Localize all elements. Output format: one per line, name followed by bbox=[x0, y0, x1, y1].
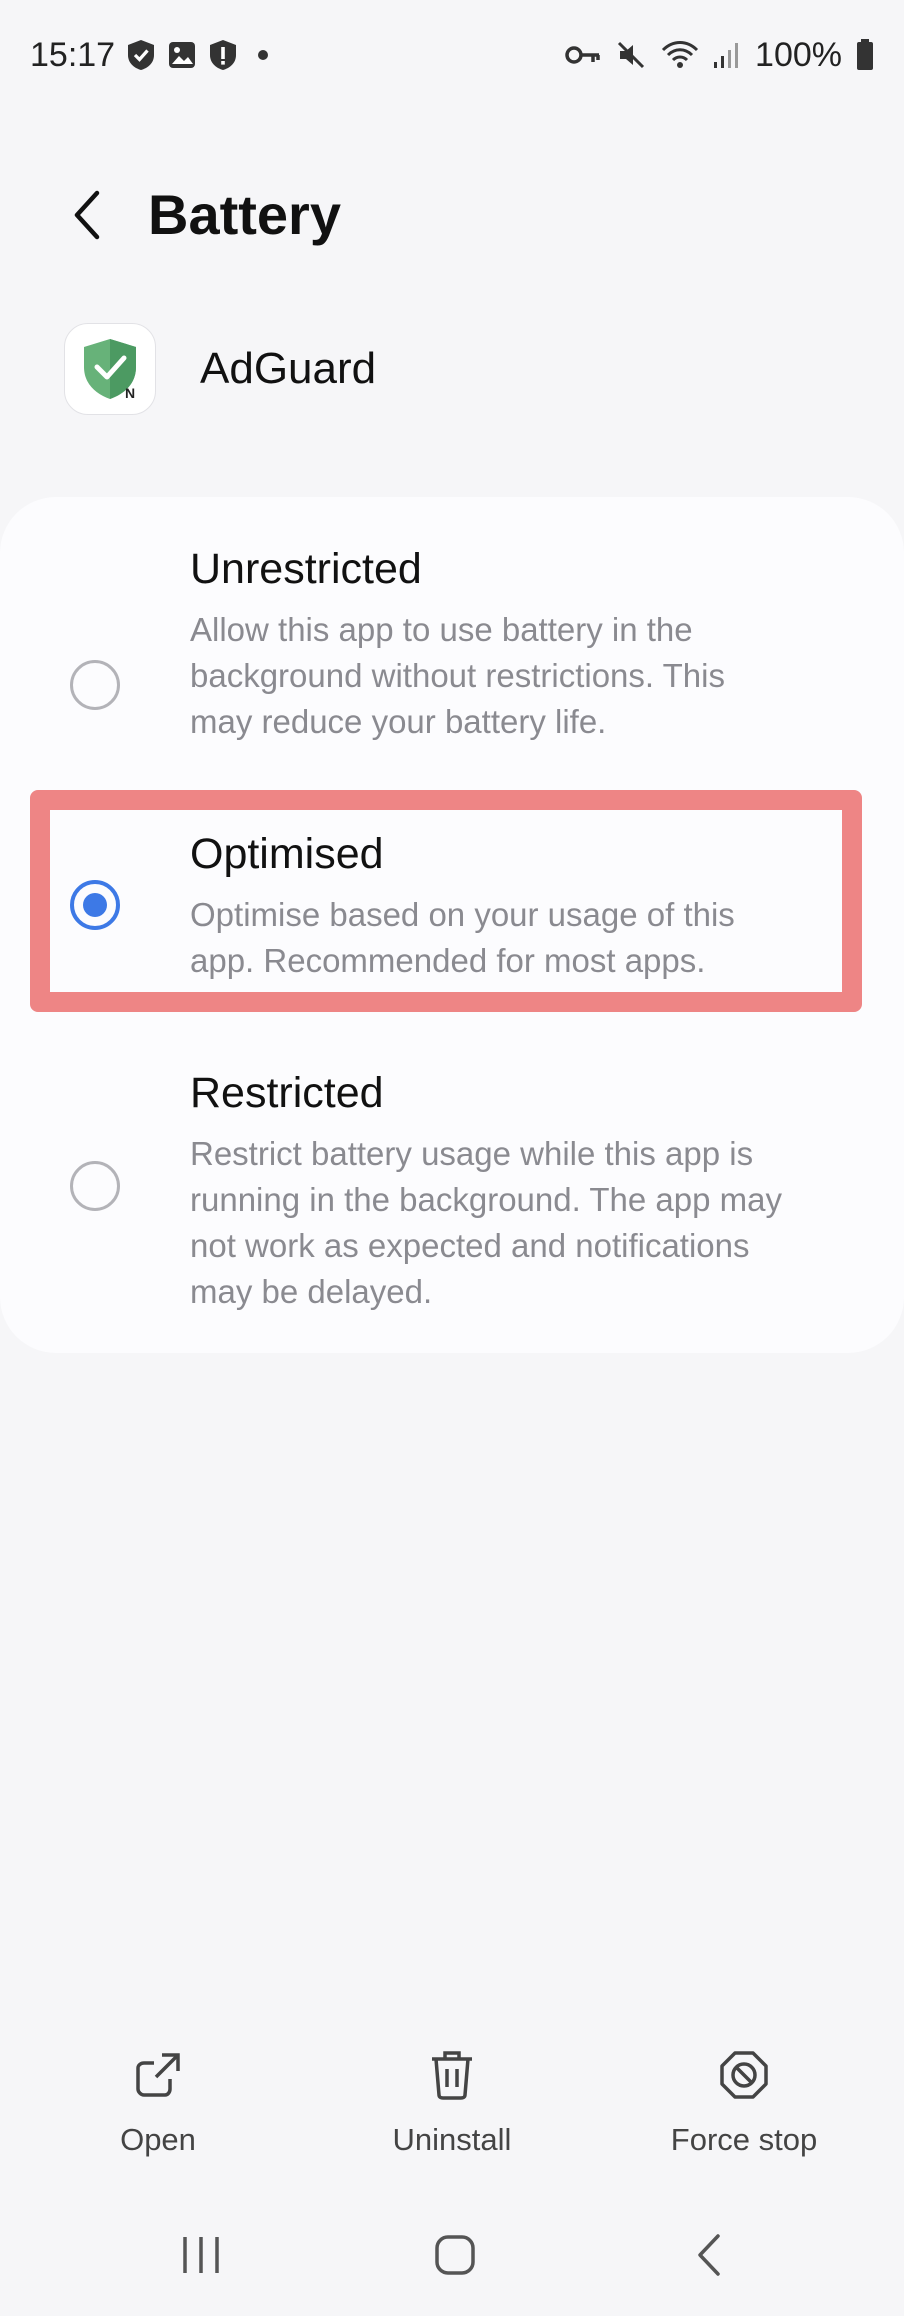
status-bar: 15:17 100% bbox=[0, 0, 904, 110]
status-right: 100% bbox=[565, 36, 874, 75]
option-description: Optimise based on your usage of this app… bbox=[190, 896, 735, 979]
battery-options-card: Unrestricted Allow this app to use batte… bbox=[0, 497, 904, 1353]
action-label: Uninstall bbox=[392, 2122, 512, 2157]
bottom-action-bar: Open Uninstall Force stop bbox=[0, 2040, 904, 2180]
vpn-key-icon bbox=[565, 43, 601, 67]
app-row: N AdGuard bbox=[64, 322, 376, 416]
action-label: Open bbox=[120, 2122, 196, 2157]
option-title: Unrestricted bbox=[190, 545, 422, 593]
option-title: Restricted bbox=[190, 1069, 384, 1117]
shield-check-icon bbox=[125, 38, 157, 72]
battery-settings-screen: 15:17 100% Battery N AdGuard Unrestricte… bbox=[0, 0, 904, 2316]
uninstall-button[interactable]: Uninstall bbox=[352, 2040, 552, 2180]
recent-apps-icon bbox=[183, 2237, 219, 2273]
open-button[interactable]: Open bbox=[58, 2040, 258, 2180]
mute-icon bbox=[615, 39, 647, 71]
option-optimised[interactable]: Optimised Optimise based on your usage o… bbox=[0, 830, 904, 990]
force-stop-button[interactable]: Force stop bbox=[644, 2040, 844, 2180]
system-nav-bar bbox=[0, 2200, 904, 2316]
home-icon bbox=[435, 2235, 475, 2275]
status-left: 15:17 bbox=[30, 36, 269, 75]
option-description: Restrict battery usage while this app is… bbox=[190, 1135, 782, 1310]
trash-icon bbox=[428, 2040, 476, 2110]
nav-back-button[interactable] bbox=[664, 2220, 754, 2290]
recent-apps-button[interactable] bbox=[156, 2220, 246, 2290]
dot-icon bbox=[257, 49, 269, 61]
signal-icon bbox=[713, 40, 741, 70]
radio-optimised[interactable] bbox=[70, 880, 120, 930]
app-name: AdGuard bbox=[200, 344, 377, 393]
image-icon bbox=[167, 40, 197, 70]
open-external-icon bbox=[132, 2040, 184, 2110]
back-button[interactable] bbox=[52, 180, 122, 250]
header: Battery bbox=[0, 160, 904, 270]
back-icon bbox=[698, 2234, 720, 2276]
battery-icon bbox=[856, 39, 874, 71]
status-time: 15:17 bbox=[30, 35, 116, 74]
adguard-shield-icon: N bbox=[64, 323, 156, 415]
force-stop-icon bbox=[718, 2040, 770, 2110]
home-button[interactable] bbox=[410, 2220, 500, 2290]
radio-restricted[interactable] bbox=[70, 1161, 120, 1211]
option-description: Allow this app to use battery in the bac… bbox=[190, 611, 725, 740]
option-unrestricted[interactable]: Unrestricted Allow this app to use batte… bbox=[0, 545, 904, 740]
svg-text:N: N bbox=[125, 385, 135, 401]
action-label: Force stop bbox=[670, 2122, 818, 2157]
option-title: Optimised bbox=[190, 830, 384, 878]
option-restricted[interactable]: Restricted Restrict battery usage while … bbox=[0, 1069, 904, 1319]
battery-percentage: 100% bbox=[755, 35, 842, 74]
chevron-left-icon bbox=[74, 190, 100, 240]
shield-alert-icon bbox=[207, 38, 239, 72]
page-title: Battery bbox=[148, 183, 341, 246]
wifi-icon bbox=[661, 39, 699, 71]
radio-unrestricted[interactable] bbox=[70, 660, 120, 710]
